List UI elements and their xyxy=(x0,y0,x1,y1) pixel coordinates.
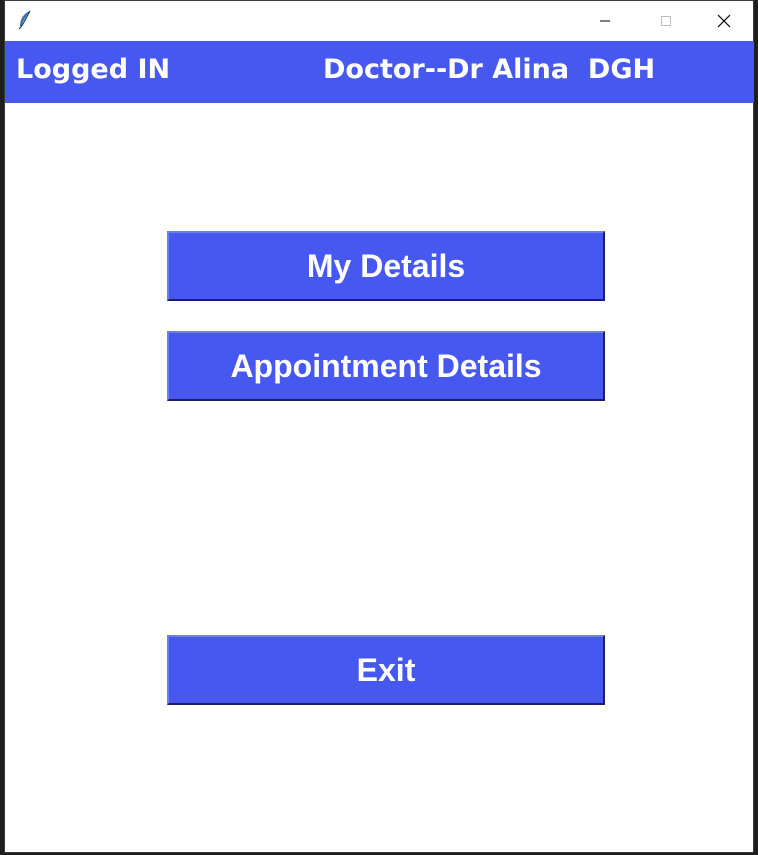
doctor-name-label: Doctor--Dr Alina DGH xyxy=(323,54,656,85)
appointment-details-button[interactable]: Appointment Details xyxy=(167,331,605,401)
my-details-button[interactable]: My Details xyxy=(167,231,605,301)
appointment-details-label: Appointment Details xyxy=(230,347,542,384)
exit-button[interactable]: Exit xyxy=(167,635,605,705)
my-details-label: My Details xyxy=(306,247,466,284)
close-button[interactable] xyxy=(695,1,753,40)
maximize-icon xyxy=(660,15,672,27)
login-status-label: Logged IN xyxy=(16,54,171,85)
title-bar[interactable] xyxy=(5,1,753,40)
close-icon xyxy=(717,14,731,28)
feather-icon xyxy=(17,10,33,30)
maximize-button[interactable] xyxy=(637,1,695,40)
status-header: Logged IN Doctor--Dr Alina DGH xyxy=(5,41,754,103)
app-window: Logged IN Doctor--Dr Alina DGH My Detail… xyxy=(4,0,754,853)
minimize-icon xyxy=(599,15,611,27)
minimize-button[interactable] xyxy=(576,1,634,40)
exit-label: Exit xyxy=(356,651,416,688)
